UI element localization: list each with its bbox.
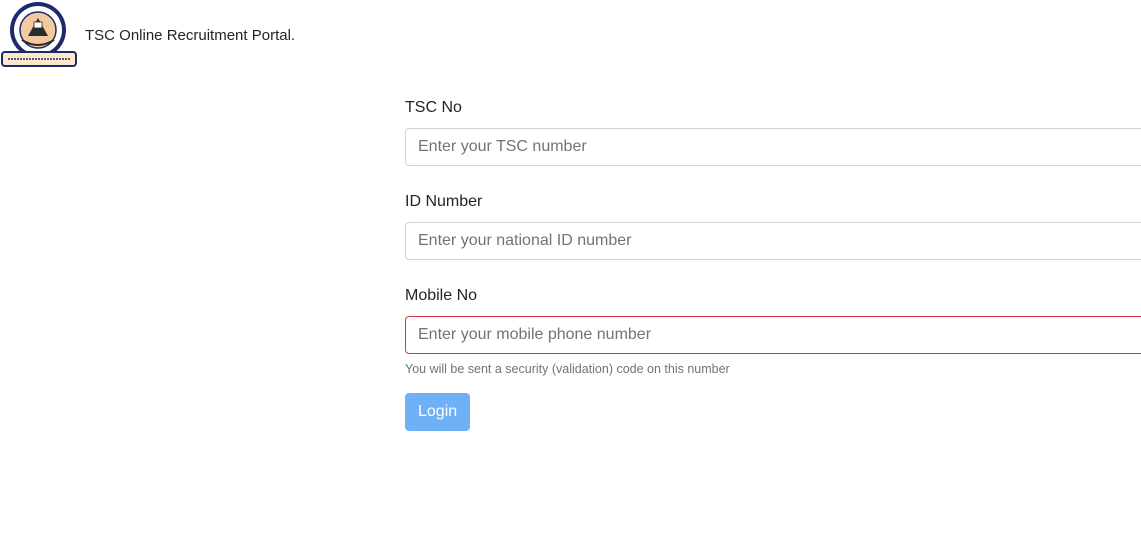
id-number-label: ID Number	[405, 193, 483, 210]
id-number-group: ID Number	[405, 190, 1141, 260]
mobile-no-group: Mobile No You will be sent a security (v…	[405, 284, 1141, 377]
tsc-seal-logo	[1, 2, 77, 67]
portal-title: TSC Online Recruitment Portal.	[85, 27, 296, 44]
tsc-no-label: TSC No	[405, 99, 462, 116]
tsc-no-group: TSC No	[405, 96, 1141, 166]
mobile-no-input[interactable]	[405, 316, 1141, 354]
login-form: TSC No ID Number Mobile No You will be s…	[405, 96, 1141, 431]
mobile-help-text: You will be sent a security (validation)…	[405, 362, 730, 376]
mobile-no-label: Mobile No	[405, 287, 478, 304]
id-number-input[interactable]	[405, 222, 1141, 260]
tsc-no-input[interactable]	[405, 128, 1141, 166]
login-button[interactable]: Login	[405, 393, 471, 431]
